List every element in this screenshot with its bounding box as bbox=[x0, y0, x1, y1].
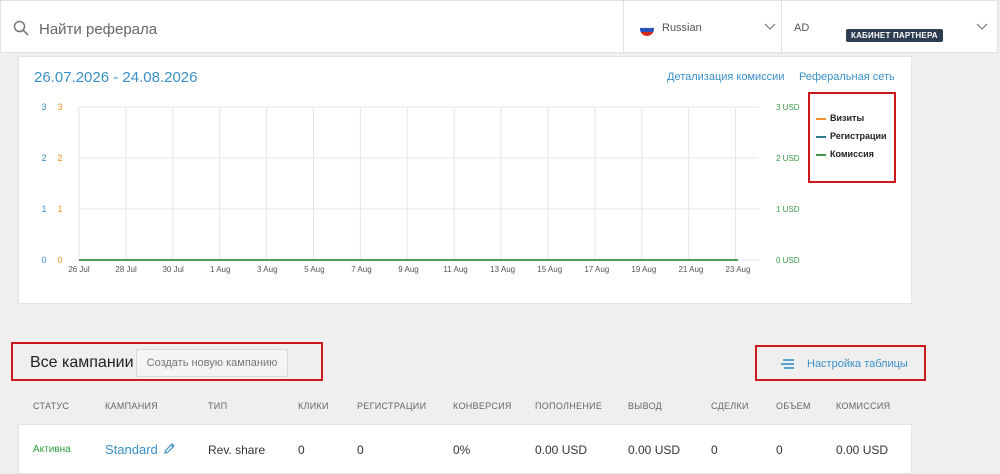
volume-cell: 0 bbox=[776, 443, 783, 457]
russia-flag-icon bbox=[640, 22, 654, 36]
x-axis-tick-label: 23 Aug bbox=[726, 265, 751, 274]
column-header-campaign[interactable]: Кампания bbox=[105, 401, 158, 411]
legend-swatch bbox=[816, 118, 826, 120]
campaign-name-link[interactable]: Standard bbox=[105, 442, 158, 457]
language-selector[interactable]: Russian bbox=[623, 1, 781, 54]
y-axis-right-tick-label: 1 USD bbox=[776, 205, 800, 214]
x-axis-tick-label: 30 Jul bbox=[162, 265, 184, 274]
x-axis-tick-label: 17 Aug bbox=[584, 265, 609, 274]
column-header-status[interactable]: Статус bbox=[33, 401, 69, 411]
y-axis-secondary-tick-label: 3 bbox=[57, 102, 62, 112]
x-axis-tick-label: 9 Aug bbox=[398, 265, 418, 274]
column-header-deposit[interactable]: Пополнение bbox=[535, 401, 602, 411]
account-initials: AD bbox=[794, 22, 810, 34]
column-header-commission[interactable]: Комиссия bbox=[836, 401, 890, 411]
create-campaign-button[interactable]: Создать новую кампанию bbox=[136, 349, 288, 377]
column-header-deals[interactable]: Сделки bbox=[711, 401, 749, 411]
x-axis-tick-label: 1 Aug bbox=[210, 265, 230, 274]
y-axis-tick-label: 0 bbox=[41, 255, 46, 265]
chart-legend: Визиты Регистрации Комиссия bbox=[808, 92, 896, 183]
list-settings-icon bbox=[781, 359, 794, 369]
legend-swatch bbox=[816, 154, 826, 156]
x-axis-tick-label: 3 Aug bbox=[257, 265, 277, 274]
table-settings-label: Настройка таблицы bbox=[807, 358, 908, 370]
withdrawal-cell: 0.00 USD bbox=[628, 443, 681, 457]
deposit-cell: 0.00 USD bbox=[535, 443, 588, 457]
edit-pencil-icon[interactable] bbox=[163, 442, 176, 455]
column-header-type[interactable]: Тип bbox=[208, 401, 227, 411]
language-label: Russian bbox=[662, 22, 702, 34]
y-axis-right-tick-label: 3 USD bbox=[776, 103, 800, 112]
x-axis-tick-label: 19 Aug bbox=[631, 265, 656, 274]
type-cell: Rev. share bbox=[208, 443, 266, 457]
y-axis-secondary-tick-label: 2 bbox=[57, 153, 62, 163]
x-axis-tick-label: 5 Aug bbox=[304, 265, 324, 274]
search-icon bbox=[13, 20, 29, 36]
x-axis-tick-label: 28 Jul bbox=[115, 265, 137, 274]
x-axis-tick-label: 13 Aug bbox=[490, 265, 515, 274]
chevron-down-icon bbox=[976, 23, 988, 30]
y-axis-tick-label: 3 bbox=[41, 102, 46, 112]
registrations-cell: 0 bbox=[357, 443, 364, 457]
search-input[interactable] bbox=[37, 17, 601, 41]
column-header-clicks[interactable]: Клики bbox=[298, 401, 329, 411]
conversion-cell: 0% bbox=[453, 443, 471, 457]
campaigns-title: Все кампании bbox=[30, 354, 134, 371]
top-bar: Russian AD КАБИНЕТ ПАРТНЕРА bbox=[0, 0, 999, 54]
x-axis-tick-label: 11 Aug bbox=[443, 265, 467, 274]
y-axis-tick-label: 2 bbox=[41, 153, 46, 163]
y-axis-right-tick-label: 0 USD bbox=[776, 256, 800, 265]
x-axis-tick-label: 21 Aug bbox=[678, 265, 703, 274]
status-cell: Активна bbox=[33, 444, 71, 455]
campaigns-header: Все кампании Создать новую кампанию bbox=[11, 342, 323, 381]
y-axis-secondary-tick-label: 1 bbox=[57, 204, 62, 214]
x-axis-tick-label: 7 Aug bbox=[351, 265, 371, 274]
column-header-withdrawal[interactable]: Вывод bbox=[628, 401, 662, 411]
partner-cabinet-badge: КАБИНЕТ ПАРТНЕРА bbox=[846, 29, 943, 42]
x-axis-tick-label: 15 Aug bbox=[537, 265, 562, 274]
column-header-conversion[interactable]: Конверсия bbox=[453, 401, 512, 411]
column-header-registrations[interactable]: Регистрации bbox=[357, 401, 426, 411]
line-chart: 0 0 0 USD 1 1 1 USD 2 2 2 USD 3 3 3 USD 26 Jul 28 Jul… bbox=[41, 102, 800, 274]
y-axis-right-tick-label: 2 USD bbox=[776, 154, 800, 163]
legend-swatch bbox=[816, 136, 826, 138]
stats-chart-card: 26.07.2026 - 24.08.2026 Детализация коми… bbox=[18, 56, 912, 304]
column-header-volume[interactable]: Объем bbox=[776, 401, 811, 411]
clicks-cell: 0 bbox=[298, 443, 305, 457]
y-axis-tick-label: 1 bbox=[41, 204, 46, 214]
account-menu[interactable]: AD КАБИНЕТ ПАРТНЕРА bbox=[781, 1, 999, 54]
y-axis-secondary-tick-label: 0 bbox=[57, 255, 62, 265]
table-settings-button[interactable]: Настройка таблицы bbox=[755, 345, 926, 381]
deals-cell: 0 bbox=[711, 443, 718, 457]
search-bar[interactable] bbox=[1, 1, 623, 54]
chevron-down-icon bbox=[764, 23, 776, 30]
commission-cell: 0.00 USD bbox=[836, 443, 889, 457]
x-axis-tick-label: 26 Jul bbox=[68, 265, 90, 274]
